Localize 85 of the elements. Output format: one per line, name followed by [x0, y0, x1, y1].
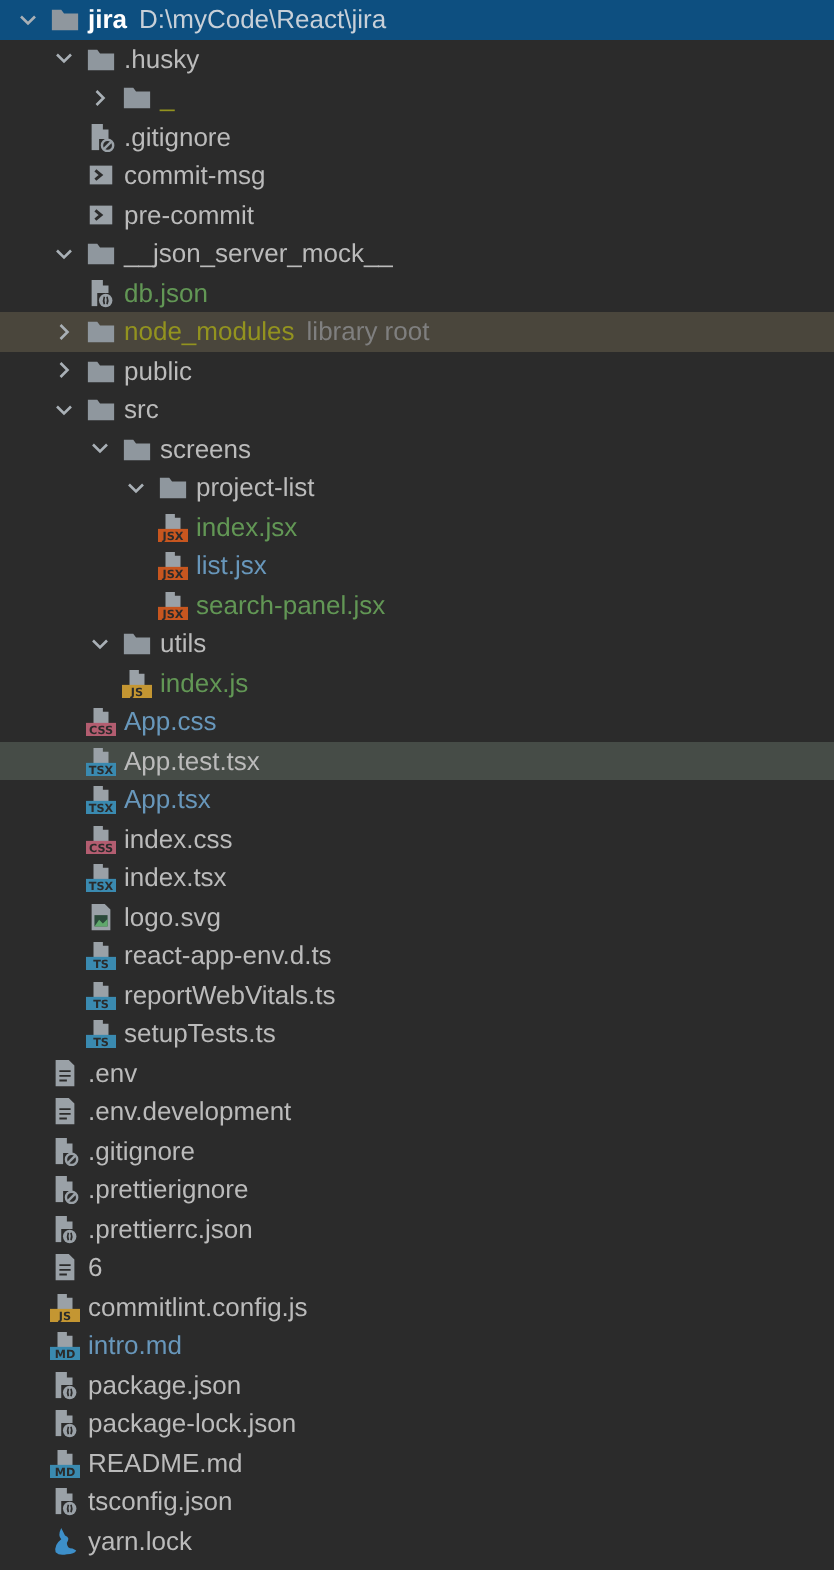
folder-icon	[50, 4, 80, 35]
file-name: public	[124, 355, 192, 386]
file-row[interactable]: tsconfig.json	[0, 1482, 834, 1521]
file-name: .husky	[124, 43, 200, 74]
file-row[interactable]: .env.development	[0, 1092, 834, 1131]
file-name: screens	[160, 433, 252, 464]
file-name: App.tsx	[124, 784, 211, 815]
folder-row[interactable]: _	[0, 78, 834, 117]
file-name: .prettierrc.json	[88, 1213, 253, 1244]
file-name: 6	[88, 1252, 103, 1283]
folder-icon	[86, 238, 116, 269]
project-root-row[interactable]: jira D:\myCode\React\jira	[0, 0, 834, 39]
file-row[interactable]: .gitignore	[0, 117, 834, 156]
file-row[interactable]: logo.svg	[0, 897, 834, 936]
file-name: .prettierignore	[88, 1174, 249, 1205]
file-row[interactable]: .prettierignore	[0, 1170, 834, 1209]
json-file-icon	[50, 1213, 80, 1244]
file-name: list.jsx	[196, 550, 267, 581]
ignore-file-icon	[50, 1174, 80, 1205]
json-file-icon	[50, 1408, 80, 1439]
file-row[interactable]: .gitignore	[0, 1131, 834, 1170]
file-name: commitlint.config.js	[88, 1291, 308, 1322]
library-root-label: library root	[306, 316, 430, 347]
file-row[interactable]: pre-commit	[0, 195, 834, 234]
file-name: index.jsx	[196, 511, 298, 542]
folder-row[interactable]: public	[0, 351, 834, 390]
folder-row[interactable]: src	[0, 390, 834, 429]
file-name: pre-commit	[124, 199, 255, 230]
file-name: react-app-env.d.ts	[124, 940, 332, 971]
file-name: node_modules	[124, 316, 295, 347]
file-name: README.md	[88, 1447, 243, 1478]
text-file-icon	[50, 1057, 80, 1088]
folder-icon	[122, 628, 152, 659]
file-name: intro.md	[88, 1330, 182, 1361]
json-file-icon	[50, 1369, 80, 1400]
file-row[interactable]: db.json	[0, 273, 834, 312]
file-name: package.json	[88, 1369, 242, 1400]
folder-icon	[86, 394, 116, 425]
file-name: tsconfig.json	[88, 1486, 233, 1517]
project-path: D:\myCode\React\jira	[139, 4, 387, 35]
folder-row[interactable]: __json_server_mock__	[0, 234, 834, 273]
file-name: __json_server_mock__	[124, 238, 393, 269]
project-name: jira	[88, 4, 128, 35]
file-name: setupTests.ts	[124, 1018, 276, 1049]
folder-row[interactable]: project-list	[0, 468, 834, 507]
file-name: index.tsx	[124, 862, 227, 893]
file-name: index.css	[124, 823, 233, 854]
file-name: db.json	[124, 277, 208, 308]
text-file-icon	[50, 1096, 80, 1127]
json-file-icon	[50, 1486, 80, 1517]
text-file-icon	[50, 1252, 80, 1283]
file-name: _	[160, 82, 175, 113]
folder-row[interactable]: screens	[0, 429, 834, 468]
folder-icon	[122, 82, 152, 113]
folder-row[interactable]: utils	[0, 624, 834, 663]
json-file-icon	[86, 277, 116, 308]
file-row[interactable]: .prettierrc.json	[0, 1209, 834, 1248]
file-name: .gitignore	[124, 121, 231, 152]
file-name: package-lock.json	[88, 1408, 297, 1439]
ignore-file-icon	[50, 1135, 80, 1166]
file-row[interactable]: package.json	[0, 1365, 834, 1404]
ignore-file-icon	[86, 121, 116, 152]
file-row[interactable]: .env	[0, 1053, 834, 1092]
file-name: project-list	[196, 472, 315, 503]
file-name: reportWebVitals.ts	[124, 979, 336, 1010]
file-row[interactable]: package-lock.json	[0, 1404, 834, 1443]
file-row[interactable]: 6	[0, 1248, 834, 1287]
file-name: src	[124, 394, 159, 425]
file-row[interactable]: commit-msg	[0, 156, 834, 195]
image-file-icon	[86, 901, 116, 932]
file-name: logo.svg	[124, 901, 221, 932]
folder-icon	[86, 316, 116, 347]
file-name: yarn.lock	[88, 1525, 193, 1556]
file-name: App.css	[124, 706, 217, 737]
file-row[interactable]: yarn.lock	[0, 1521, 834, 1560]
file-name: .gitignore	[88, 1135, 195, 1166]
folder-icon	[158, 472, 188, 503]
file-name: index.js	[160, 667, 249, 698]
file-name: .env	[88, 1057, 138, 1088]
folder-row[interactable]: .husky	[0, 39, 834, 78]
file-name: .env.development	[88, 1096, 292, 1127]
file-name: App.test.tsx	[124, 745, 260, 776]
file-name: commit-msg	[124, 160, 266, 191]
file-name: search-panel.jsx	[196, 589, 386, 620]
file-name: utils	[160, 628, 207, 659]
